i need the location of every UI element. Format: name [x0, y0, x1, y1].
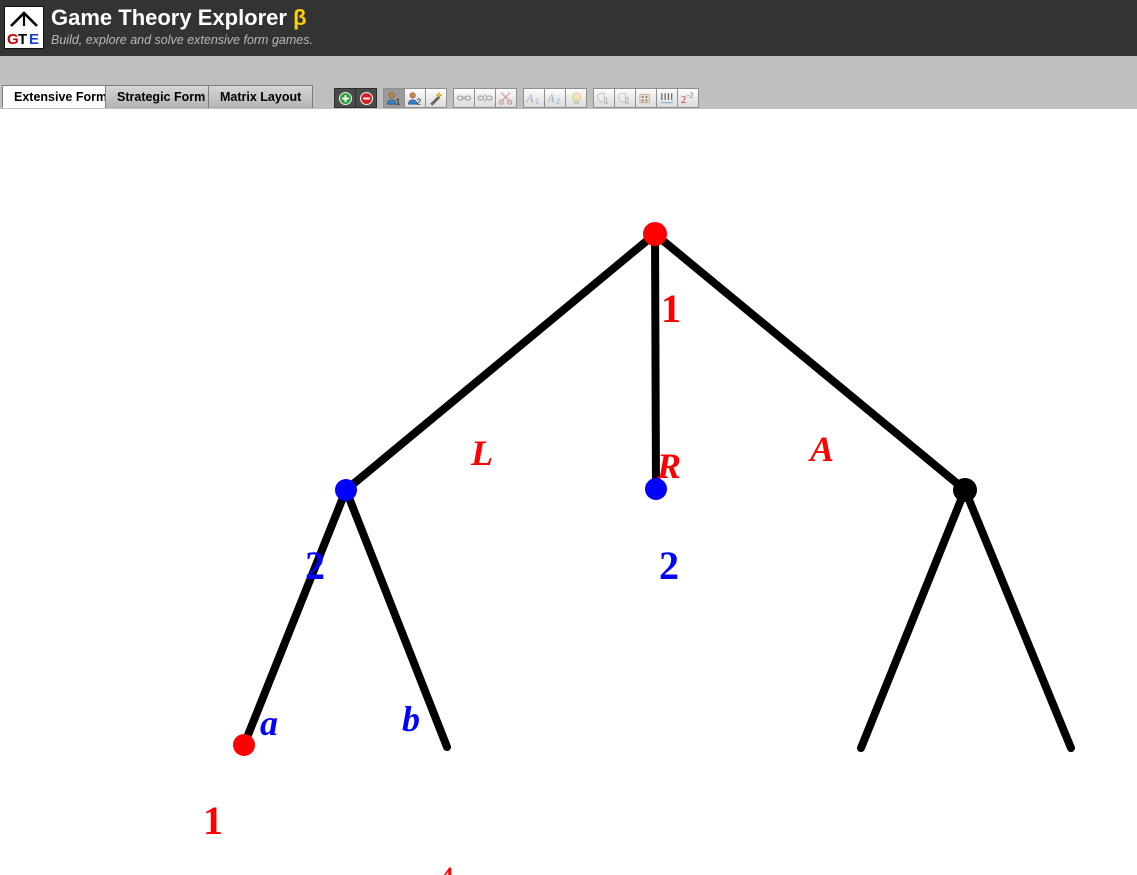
tab-extensive-form[interactable]: Extensive Form — [2, 85, 120, 108]
edge-label[interactable]: R — [657, 448, 681, 484]
svg-text:A: A — [526, 93, 533, 105]
assign-player-2-icon[interactable]: 2 — [404, 88, 426, 108]
infoset-group — [453, 88, 517, 108]
player-assign-group: 1 2 — [383, 88, 447, 108]
application-window: G T E Game Theory Explorer β Build, expl… — [0, 0, 1137, 875]
node-player-label[interactable]: 2 — [659, 546, 679, 586]
node-player-label[interactable]: 1 — [661, 289, 681, 329]
unlink-infoset-icon[interactable] — [474, 88, 496, 108]
app-beta-badge: β — [293, 5, 307, 30]
svg-text:2: 2 — [416, 96, 421, 105]
svg-text:1: 1 — [396, 96, 401, 105]
random-payoffs-icon[interactable] — [635, 88, 657, 108]
svg-text:A: A — [547, 93, 554, 105]
main-toolbar: a2 Tree Players Infosets Moves Payoffs L… — [0, 56, 1137, 138]
app-header: G T E Game Theory Explorer β Build, expl… — [0, 0, 1137, 56]
tab-strategic-form[interactable]: Strategic Form — [105, 85, 218, 108]
move-names-player-1-icon[interactable]: A1 — [523, 88, 545, 108]
move-names-group: A1 A2 — [523, 88, 587, 108]
gte-logo: G T E — [4, 6, 44, 49]
svg-text:1: 1 — [535, 97, 539, 105]
svg-text:G: G — [7, 31, 19, 48]
exponent-payoffs-icon[interactable]: 2 -2 — [677, 88, 699, 108]
payoffs-player-2-icon[interactable]: 2 — [614, 88, 636, 108]
payoff-value[interactable]: 4 — [437, 861, 455, 875]
game-tree-canvas[interactable]: LRAab122142 — [0, 109, 1137, 875]
edge-label[interactable]: L — [471, 435, 493, 471]
svg-text:T: T — [18, 31, 27, 48]
app-title-text: Game Theory Explorer — [51, 5, 287, 30]
app-title: Game Theory Explorer β — [51, 5, 307, 31]
assign-player-1-icon[interactable]: 1 — [383, 88, 405, 108]
cut-infoset-icon[interactable] — [495, 88, 517, 108]
link-infoset-icon[interactable] — [453, 88, 475, 108]
svg-text:2: 2 — [681, 95, 686, 105]
auto-assign-players-icon[interactable] — [425, 88, 447, 108]
remove-player-icon[interactable] — [355, 88, 377, 108]
svg-text:2: 2 — [625, 96, 630, 105]
node-player-label[interactable]: 1 — [203, 801, 223, 841]
tab-matrix-layout[interactable]: Matrix Layout — [208, 85, 314, 108]
payoffs-player-1-icon[interactable]: 1 — [593, 88, 615, 108]
svg-text:1: 1 — [604, 96, 609, 105]
move-names-player-2-icon[interactable]: A2 — [544, 88, 566, 108]
bulb-hint-icon[interactable] — [565, 88, 587, 108]
edge-label[interactable]: a — [260, 705, 278, 741]
app-subtitle: Build, explore and solve extensive form … — [51, 33, 313, 47]
edge-label[interactable]: b — [402, 701, 420, 737]
payoff-group: 1 2 2 -2 — [593, 88, 699, 108]
svg-text:-2: -2 — [687, 91, 694, 100]
zero-sum-icon[interactable] — [656, 88, 678, 108]
tree-labels: LRAab122142 — [0, 109, 1137, 875]
add-player-icon[interactable] — [334, 88, 356, 108]
player-count-group — [334, 88, 377, 108]
edit-toolbar: 1 2 A1 A2 1 2 2 -2 — [334, 88, 705, 108]
edge-label[interactable]: A — [810, 431, 834, 467]
svg-text:E: E — [29, 31, 39, 48]
svg-text:2: 2 — [556, 97, 560, 105]
gte-logo-icon: G T E — [7, 11, 39, 48]
node-player-label[interactable]: 2 — [305, 546, 325, 586]
